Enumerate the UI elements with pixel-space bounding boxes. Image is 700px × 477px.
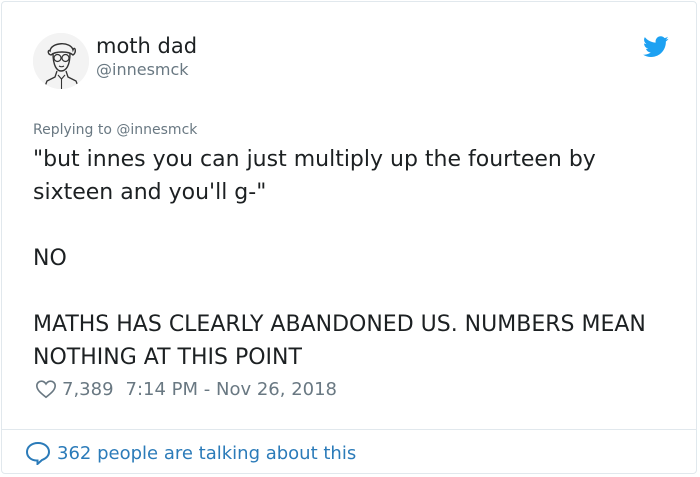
- author-handle[interactable]: @innesmck: [96, 60, 189, 79]
- tweet-line: NO: [33, 246, 67, 271]
- tweet-card: moth dad @innesmck Replying to @innesmck…: [1, 1, 697, 474]
- author-display-name[interactable]: moth dad: [96, 34, 197, 58]
- tweet-timestamp[interactable]: 7:14 PM - Nov 26, 2018: [126, 379, 337, 400]
- conversation-label: 362 people are talking about this: [57, 442, 357, 464]
- avatar-sketch-image: [33, 33, 89, 89]
- reply-mention-link[interactable]: @innesmck: [116, 122, 197, 138]
- avatar[interactable]: [33, 33, 89, 89]
- like-count[interactable]: 7,389: [62, 379, 114, 400]
- twitter-bird-icon[interactable]: [643, 36, 669, 58]
- tweet-line: "but innes you can just multiply up the …: [33, 147, 596, 205]
- tweet-meta: 7,389 7:14 PM - Nov 26, 2018: [35, 378, 337, 400]
- conversation-link[interactable]: 362 people are talking about this: [25, 441, 356, 465]
- reply-prefix: Replying to: [33, 122, 112, 138]
- speech-bubble-icon: [25, 441, 51, 465]
- divider: [2, 429, 696, 430]
- heart-icon[interactable]: [35, 378, 57, 400]
- reply-context: Replying to @innesmck: [33, 122, 197, 138]
- tweet-line: MATHS HAS CLEARLY ABANDONED US. NUMBERS …: [33, 312, 646, 370]
- tweet-text: "but innes you can just multiply up the …: [33, 143, 673, 374]
